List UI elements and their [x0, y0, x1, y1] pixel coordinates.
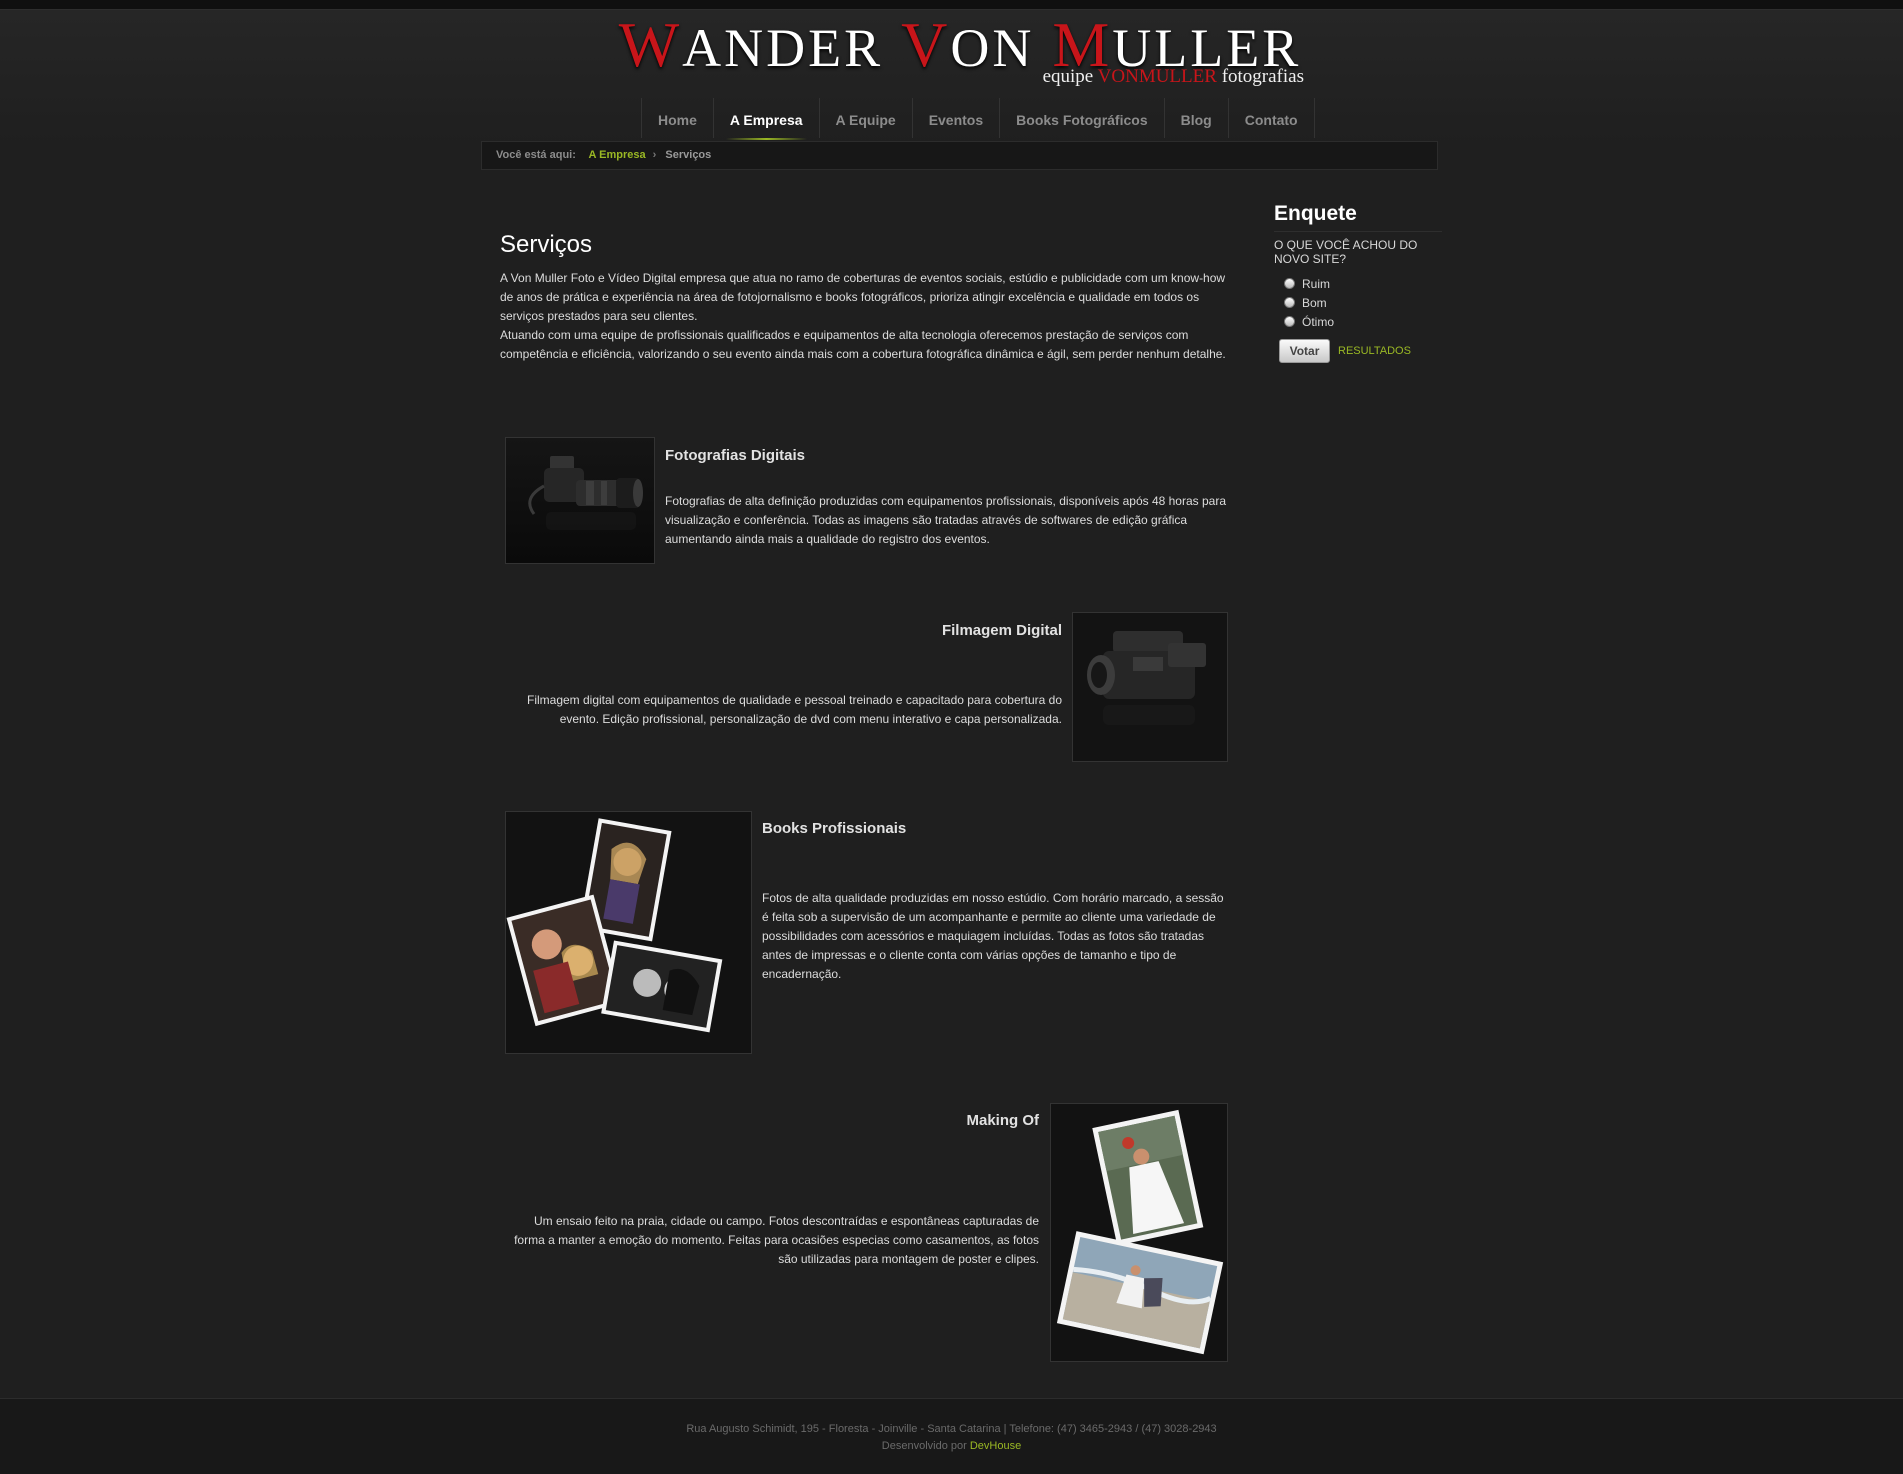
nav-item-home[interactable]: Home — [642, 98, 714, 138]
breadcrumb-label: Você está aqui: — [496, 149, 576, 161]
service-description: Fotografias de alta definição produzidas… — [665, 494, 1226, 546]
service-title: Fotografias Digitais — [665, 447, 806, 464]
video-camera-image — [1072, 612, 1228, 762]
service-fotografias-digitais: Fotografias Digitais Fotografias de alta… — [665, 446, 1227, 549]
poll-question: O QUE VOCÊ ACHOU DO NOVO SITE? — [1274, 238, 1418, 266]
dslr-camera-image — [505, 437, 655, 564]
service-title: Books Profissionais — [762, 820, 907, 837]
poll-option-otimo[interactable]: Ótimo — [1284, 314, 1442, 329]
logo-word-wander: ANDER — [682, 18, 884, 78]
nav-item-a-empresa[interactable]: A Empresa — [714, 98, 820, 140]
main-nav: Home A Empresa A Equipe Eventos Books Fo… — [641, 98, 1315, 140]
service-description: Filmagem digital com equipamentos de qua… — [526, 693, 1062, 726]
service-title: Making Of — [966, 1112, 1039, 1129]
intro-paragraph-2: Atuando com uma equipe de profissionais … — [500, 328, 1226, 361]
nav-item-eventos[interactable]: Eventos — [913, 98, 1001, 138]
radio-icon[interactable] — [1284, 278, 1295, 289]
results-link[interactable]: RESULTADOS — [1338, 345, 1411, 357]
radio-icon[interactable] — [1284, 316, 1295, 327]
logo-word-von: ON — [950, 18, 1035, 78]
logo-initial-v: V — [901, 9, 951, 80]
tagline-brand: VONMULLER — [1097, 66, 1217, 87]
poll-option-ruim[interactable]: Ruim — [1284, 276, 1442, 291]
footer-address: Rua Augusto Schimidt, 195 - Floresta - J… — [686, 1423, 1217, 1435]
nav-item-a-equipe[interactable]: A Equipe — [820, 98, 913, 138]
tagline-pre: equipe — [1042, 66, 1094, 87]
intro-paragraph-1: A Von Muller Foto e Vídeo Digital empres… — [500, 271, 1226, 323]
nav-item-books-fotograficos[interactable]: Books Fotográficos — [1000, 98, 1165, 138]
top-strip — [0, 0, 1903, 10]
service-title: Filmagem Digital — [941, 622, 1062, 639]
nav-item-blog[interactable]: Blog — [1165, 98, 1229, 138]
service-books-profissionais: Books Profissionais Fotos de alta qualid… — [762, 819, 1227, 984]
nav-item-contato[interactable]: Contato — [1229, 98, 1315, 138]
radio-icon[interactable] — [1284, 297, 1295, 308]
breadcrumb: Você está aqui: A Empresa › Serviços — [481, 141, 1438, 170]
poll-option-label: Ruim — [1302, 276, 1331, 291]
site-logo[interactable]: WANDER VON MULLER equipe VONMULLER fotog… — [610, 10, 1310, 92]
making-of-photos-image — [1050, 1103, 1228, 1362]
service-description: Fotos de alta qualidade produzidas em no… — [762, 891, 1224, 981]
sidebar: Enquete O QUE VOCÊ ACHOU DO NOVO SITE? R… — [1274, 200, 1442, 363]
vote-button[interactable]: Votar — [1279, 339, 1330, 363]
service-filmagem-digital: Filmagem Digital Filmagem digital com eq… — [505, 621, 1062, 729]
poll-option-label: Ótimo — [1302, 314, 1335, 329]
service-description: Um ensaio feito na praia, cidade ou camp… — [514, 1214, 1039, 1266]
page-title: Serviços — [500, 231, 593, 258]
breadcrumb-current: Serviços — [665, 149, 712, 161]
tagline-post: fotografias — [1221, 66, 1304, 87]
books-photos-collage-image — [505, 811, 752, 1054]
poll-option-bom[interactable]: Bom — [1284, 295, 1442, 310]
breadcrumb-link-a-empresa[interactable]: A Empresa — [589, 149, 646, 161]
footer-developer: Desenvolvido por DevHouse — [0, 1438, 1903, 1455]
poll-options: Ruim Bom Ótimo — [1274, 276, 1442, 329]
site-header: WANDER VON MULLER equipe VONMULLER fotog… — [0, 10, 1903, 145]
logo-initial-w: W — [618, 9, 683, 80]
footer-dev-prefix: Desenvolvido por — [881, 1440, 967, 1452]
poll-actions: Votar RESULTADOS — [1279, 339, 1442, 363]
main-content: Serviços A Von Muller Foto e Vídeo Digit… — [500, 230, 1230, 364]
poll-option-label: Bom — [1302, 295, 1327, 310]
devhouse-link[interactable]: DevHouse — [970, 1440, 1021, 1452]
poll-title: Enquete — [1274, 200, 1442, 232]
breadcrumb-separator: › — [652, 149, 657, 161]
site-footer: Rua Augusto Schimidt, 195 - Floresta - J… — [0, 1398, 1903, 1474]
service-making-of: Making Of Um ensaio feito na praia, cida… — [505, 1111, 1039, 1269]
logo-tagline: equipe VONMULLER fotografias — [1043, 66, 1304, 88]
